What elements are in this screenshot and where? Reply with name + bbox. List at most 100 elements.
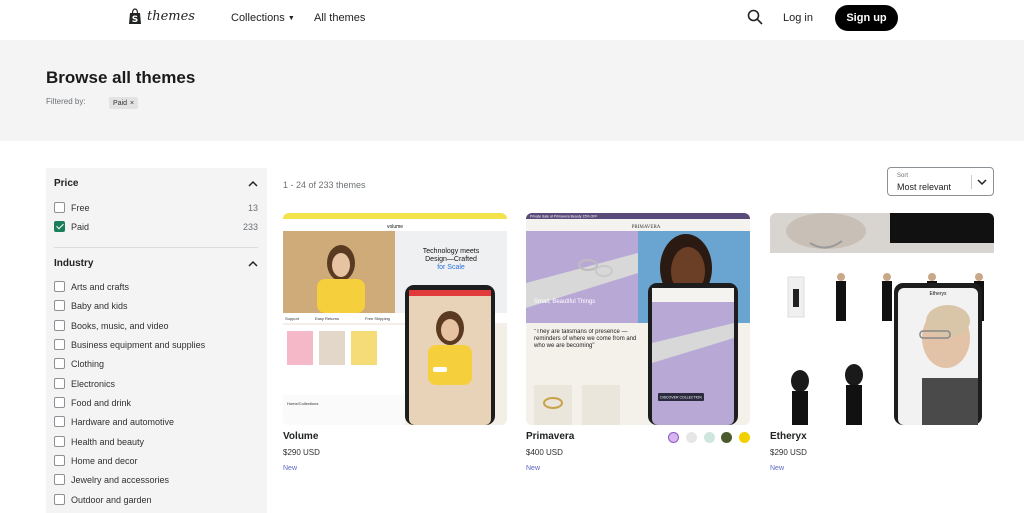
shopify-bag-icon: S — [129, 8, 141, 25]
login-link[interactable]: Log in — [783, 12, 813, 24]
primavera-heading: Small, Beautiful Things — [534, 299, 595, 305]
sort-value: Most relevant — [897, 182, 952, 192]
sort-label: Sort — [897, 173, 909, 179]
theme-name[interactable]: Volume — [283, 431, 318, 442]
industry-label: Books, music, and video — [71, 320, 169, 331]
industry-checkbox[interactable] — [54, 378, 65, 389]
free-count: 13 — [247, 202, 258, 213]
theme-price: $290 USD — [283, 448, 320, 457]
free-checkbox[interactable] — [54, 202, 65, 213]
filter-option-industry[interactable]: Hardware and automotive — [54, 415, 258, 428]
filter-option-industry[interactable]: Clothing — [54, 357, 258, 370]
theme-name[interactable]: Primavera — [526, 431, 574, 442]
price-heading[interactable]: Price — [54, 178, 78, 189]
shopify-themes-logo[interactable]: S themes — [127, 8, 195, 25]
svg-text:S: S — [132, 15, 138, 25]
page-title: Browse all themes — [46, 68, 196, 87]
filter-chip-label: Paid — [113, 99, 128, 107]
paid-count: 233 — [242, 221, 258, 232]
industry-label: Outdoor and garden — [71, 494, 152, 505]
filter-sidebar: Price Free 13 Paid 233 Industry Arts and… — [46, 168, 267, 513]
industry-label: Hardware and automotive — [71, 416, 175, 427]
filter-option-industry[interactable]: Outdoor and garden — [54, 493, 258, 506]
industry-checkbox[interactable] — [54, 416, 65, 427]
industry-label: Food and drink — [71, 397, 132, 408]
volume-feature: Easy Returns — [315, 316, 339, 321]
filter-option-industry[interactable]: Business equipment and supplies — [54, 338, 258, 351]
volume-feature: Support — [285, 316, 300, 321]
filter-option-industry[interactable]: Home and decor — [54, 454, 258, 467]
filtered-by-label: Filtered by: — [46, 97, 86, 106]
active-filter-chip[interactable]: Paid × — [109, 97, 139, 109]
new-badge: New — [770, 465, 785, 472]
chevron-up-icon[interactable] — [248, 180, 258, 188]
theme-card-primavera[interactable]: Private Sale at Primavera Beauty 15% OFF… — [526, 213, 750, 425]
industry-checkbox[interactable] — [54, 300, 65, 311]
theme-card-volume[interactable]: volume Technology meets Design—Crafted f… — [283, 213, 507, 425]
color-swatch[interactable] — [704, 432, 715, 443]
paid-label: Paid — [71, 221, 90, 232]
nav-all-themes[interactable]: All themes — [314, 12, 365, 24]
primavera-cta: DISCOVER COLLECTION — [660, 396, 702, 400]
industry-checkbox[interactable] — [54, 358, 65, 369]
theme-card-etheryx[interactable]: Etheryx Etheryx — [770, 213, 994, 425]
industry-label: Business equipment and supplies — [71, 339, 206, 350]
close-icon[interactable]: × — [130, 100, 134, 107]
filter-option-industry[interactable]: Baby and kids — [54, 299, 258, 312]
industry-checkbox[interactable] — [54, 320, 65, 331]
theme-price: $400 USD — [526, 448, 563, 457]
volume-feature: Free Shipping — [365, 316, 390, 321]
filter-option-industry[interactable]: Health and beauty — [54, 435, 258, 448]
sort-separator — [971, 175, 972, 189]
filter-option-free[interactable]: Free 13 — [54, 201, 258, 214]
industry-label: Home and decor — [71, 455, 138, 466]
theme-name[interactable]: Etheryx — [770, 431, 807, 442]
color-swatch[interactable] — [668, 432, 679, 443]
filter-option-industry[interactable]: Books, music, and video — [54, 319, 258, 332]
industry-label: Arts and crafts — [71, 281, 130, 292]
volume-headline-2: Design—Crafted — [425, 256, 477, 263]
industry-checkbox[interactable] — [54, 474, 65, 485]
filter-option-industry[interactable]: Jewelry and accessories — [54, 473, 258, 486]
color-swatch[interactable] — [721, 432, 732, 443]
logo-text: themes — [147, 9, 195, 24]
industry-checkbox[interactable] — [54, 281, 65, 292]
etheryx-phone-brand: Etheryx — [930, 291, 947, 297]
filter-option-industry[interactable]: Electronics — [54, 377, 258, 390]
volume-headline-1: Technology meets — [423, 248, 480, 255]
results-count: 1 - 24 of 233 themes — [283, 180, 366, 190]
color-swatch[interactable] — [686, 432, 697, 443]
search-icon[interactable] — [747, 9, 763, 25]
sort-select[interactable]: Sort Most relevant — [887, 167, 994, 196]
color-swatch[interactable] — [739, 432, 750, 443]
industry-checkbox[interactable] — [54, 494, 65, 505]
volume-footer-link: Home/Collections — [287, 401, 318, 406]
filter-option-industry[interactable]: Food and drink — [54, 396, 258, 409]
industry-checkbox[interactable] — [54, 436, 65, 447]
new-badge: New — [526, 465, 541, 472]
chevron-down-icon — [977, 179, 987, 186]
industry-checkbox[interactable] — [54, 339, 65, 350]
theme-price: $290 USD — [770, 448, 807, 457]
nav-collections[interactable]: Collections ▼ — [231, 12, 295, 24]
volume-headline-3: for Scale — [437, 264, 465, 271]
industry-checkbox[interactable] — [54, 455, 65, 466]
industry-label: Clothing — [71, 358, 105, 369]
filter-option-paid[interactable]: Paid 233 — [54, 220, 258, 233]
new-badge: New — [283, 465, 298, 472]
industry-label: Electronics — [71, 378, 116, 389]
nav-collections-label: Collections — [231, 12, 285, 24]
industry-heading[interactable]: Industry — [54, 258, 93, 269]
volume-preview-image: volume Technology meets Design—Crafted f… — [283, 213, 507, 425]
free-label: Free — [71, 202, 90, 213]
paid-checkbox[interactable] — [54, 221, 65, 232]
page-banner: Browse all themes Filtered by: Paid × — [0, 40, 1024, 141]
industry-checkbox[interactable] — [54, 397, 65, 408]
site-header: S themes Collections ▼ All themes Log in … — [0, 0, 1024, 38]
signup-button[interactable]: Sign up — [835, 5, 898, 31]
chevron-up-icon[interactable] — [248, 260, 258, 268]
primavera-brand: PRIMAVERA — [632, 225, 661, 230]
etheryx-preview-image: Etheryx Etheryx — [770, 213, 994, 425]
filter-option-industry[interactable]: Arts and crafts — [54, 280, 258, 293]
chevron-down-icon: ▼ — [287, 15, 295, 22]
